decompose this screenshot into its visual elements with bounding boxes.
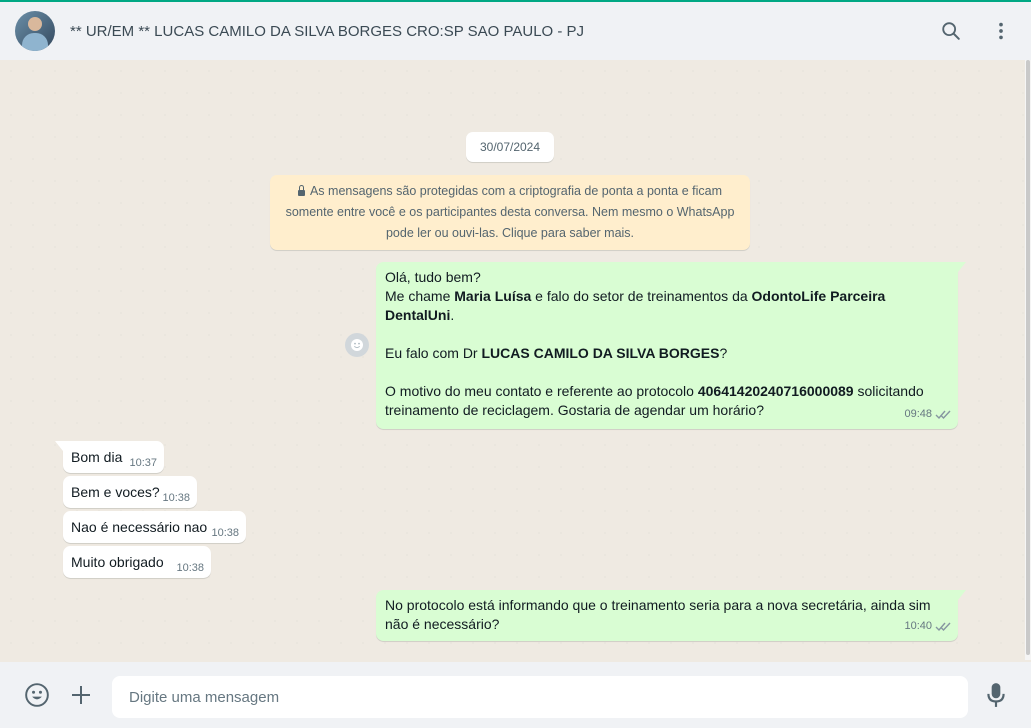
date-divider: 30/07/2024 — [466, 132, 554, 162]
encryption-line-2: somente entre você e os participantes de… — [285, 205, 735, 219]
message-line: Olá, tudo bem? — [385, 269, 481, 285]
whatsapp-chat-window: ** UR/EM ** LUCAS CAMILO DA SILVA BORGES… — [0, 0, 1031, 728]
message-line: O motivo do meu contato e referente ao p… — [385, 382, 949, 401]
message-text: O motivo do meu contato e referente ao p… — [385, 383, 698, 399]
incoming-message[interactable]: Nao é necessário nao 10:38 — [63, 511, 246, 543]
scrollbar-thumb[interactable] — [1026, 60, 1030, 655]
emoji-button[interactable] — [24, 682, 50, 708]
search-button[interactable] — [931, 11, 971, 51]
incoming-message[interactable]: Bom dia 10:37 — [55, 441, 164, 473]
bubble-tail — [55, 441, 63, 451]
message-line: Eu falo com Dr LUCAS CAMILO DA SILVA BOR… — [385, 344, 949, 363]
message-time: 10:38 — [211, 527, 239, 539]
emoji-icon — [25, 683, 49, 707]
lock-icon — [297, 185, 305, 196]
react-button[interactable] — [345, 333, 369, 357]
mic-icon — [987, 683, 1005, 707]
react-emoji-icon — [351, 339, 363, 351]
attach-button[interactable] — [68, 682, 94, 708]
bubble-tail — [958, 262, 966, 272]
message-text: e falo do setor de treinamentos da — [531, 288, 752, 304]
message-text: ? — [719, 345, 728, 361]
scrollbar[interactable] — [1025, 60, 1031, 660]
incoming-message[interactable]: Muito obrigado 10:38 — [63, 546, 211, 578]
message-text: Me chame — [385, 288, 455, 304]
encryption-notice[interactable]: As mensagens são protegidas com a cripto… — [270, 175, 750, 250]
encryption-line-3: pode ler ou ouvi-las. Clique para saber … — [385, 226, 635, 240]
bold-text: 40641420240716000089 — [697, 383, 854, 399]
message-meta: 09:48 — [904, 405, 951, 424]
avatar-body — [22, 33, 48, 51]
incoming-message[interactable]: Bem e voces? 10:38 — [63, 476, 197, 508]
bold-text: OdontoLife Parceira — [751, 288, 886, 304]
contact-name[interactable]: ** UR/EM ** LUCAS CAMILO DA SILVA BORGES… — [70, 23, 931, 40]
menu-icon — [999, 22, 1003, 40]
voice-message-button[interactable] — [983, 682, 1009, 708]
encryption-line-1: As mensagens são protegidas com a cripto… — [309, 184, 723, 198]
message-list[interactable]: 30/07/2024 As mensagens são protegidas c… — [0, 60, 1031, 662]
bold-text: DentalUni — [385, 307, 451, 323]
message-time: 10:38 — [176, 562, 204, 574]
message-time: 10:40 — [904, 620, 932, 632]
chat-header: ** UR/EM ** LUCAS CAMILO DA SILVA BORGES… — [0, 0, 1031, 60]
message-text: Muito obrigado — [71, 554, 164, 570]
message-time: 10:38 — [162, 492, 190, 504]
outgoing-message[interactable]: No protocolo está informando que o trein… — [376, 590, 966, 641]
message-input[interactable] — [112, 676, 968, 718]
message-text: Eu falo com Dr — [385, 345, 482, 361]
double-check-icon — [935, 410, 951, 420]
message-text: . — [450, 307, 455, 323]
message-text: solicitando — [853, 383, 924, 399]
message-text: Bem e voces? — [71, 484, 160, 500]
message-text: Bom dia — [71, 449, 123, 465]
message-line: treinamento de reciclagem. Gostaria de a… — [385, 402, 764, 418]
message-line: No protocolo está informando que o trein… — [385, 597, 931, 613]
message-line: não é necessário? — [385, 616, 500, 632]
outgoing-message[interactable]: Olá, tudo bem? Me chame Maria Luísa e fa… — [376, 262, 966, 429]
avatar-head — [28, 17, 42, 31]
avatar[interactable] — [15, 11, 55, 51]
message-line: Me chame Maria Luísa e falo do setor de … — [385, 287, 949, 306]
message-line: DentalUni. — [385, 306, 949, 325]
message-time: 09:48 — [904, 408, 932, 420]
double-check-icon — [935, 622, 951, 632]
bold-text: Maria Luísa — [454, 288, 532, 304]
bold-text: LUCAS CAMILO DA SILVA BORGES — [481, 345, 720, 361]
menu-button[interactable] — [981, 11, 1021, 51]
message-text: Nao é necessário nao — [71, 519, 208, 535]
plus-icon — [72, 686, 90, 704]
message-meta: 10:40 — [904, 617, 951, 636]
composer-bar — [0, 662, 1031, 728]
message-time: 10:37 — [129, 457, 157, 469]
bubble-tail — [958, 590, 966, 600]
search-icon — [942, 22, 960, 40]
